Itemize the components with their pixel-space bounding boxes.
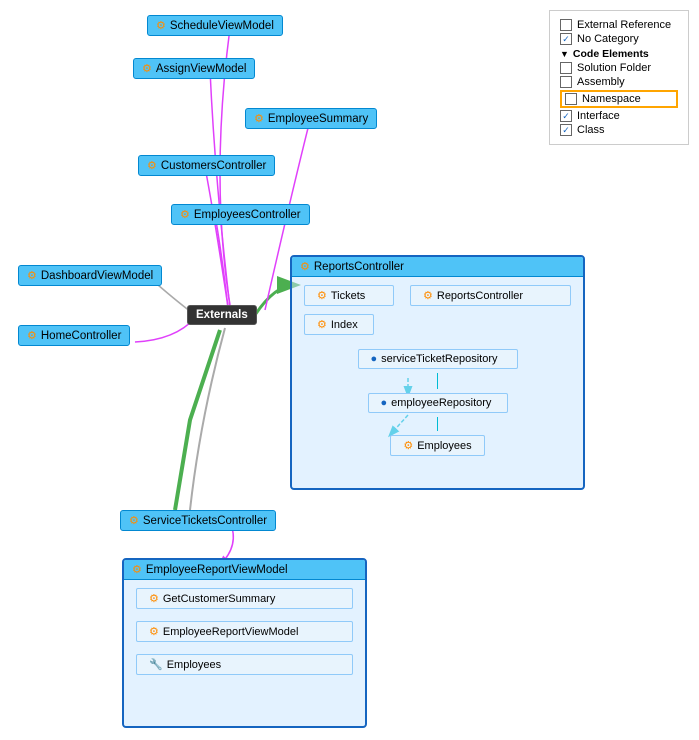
employees-item-reports[interactable]: ⚙ Employees — [390, 435, 484, 456]
employees-item-ervm[interactable]: 🔧 Employees — [136, 654, 353, 675]
legend-class: Class — [560, 124, 678, 136]
assign-view-model-icon: ⚙ — [142, 62, 152, 75]
legend-panel: External Reference No Category ▼ Code El… — [549, 10, 689, 145]
reports-controller-title: ⚙ ReportsController — [292, 257, 583, 277]
employee-summary-node[interactable]: ⚙ EmployeeSummary — [245, 108, 377, 129]
dashboard-view-model-label: DashboardViewModel — [41, 270, 153, 282]
home-controller-node[interactable]: ⚙ HomeController — [18, 325, 130, 346]
legend-solution-folder: Solution Folder — [560, 62, 678, 74]
service-tickets-controller-icon: ⚙ — [129, 514, 139, 527]
legend-assembly: Assembly — [560, 76, 678, 88]
customers-controller-label: CustomersController — [161, 160, 266, 172]
schedule-view-model-label: ScheduleViewModel — [170, 20, 274, 32]
chevron-down-icon: ▼ — [560, 49, 569, 59]
legend-interface: Interface — [560, 110, 678, 122]
service-tickets-controller-node[interactable]: ⚙ ServiceTicketsController — [120, 510, 276, 531]
schedule-view-model-node[interactable]: ⚙ ScheduleViewModel — [147, 15, 283, 36]
legend-code-elements-header: ▼ Code Elements — [560, 48, 678, 60]
reports-controller-container[interactable]: ⚙ ReportsController ⚙ Tickets ⚙ ReportsC… — [290, 255, 585, 490]
employee-repo-item[interactable]: ● employeeRepository — [368, 393, 508, 413]
externals-label: Externals — [196, 309, 248, 321]
dashboard-view-model-node[interactable]: ⚙ DashboardViewModel — [18, 265, 162, 286]
externals-node[interactable]: Externals — [187, 305, 257, 325]
customers-controller-node[interactable]: ⚙ CustomersController — [138, 155, 275, 176]
employee-report-vm-title: ⚙ EmployeeReportViewModel — [124, 560, 365, 580]
service-ticket-repo-item[interactable]: ● serviceTicketRepository — [358, 349, 518, 369]
assign-view-model-label: AssignViewModel — [156, 63, 247, 75]
legend-namespace: Namespace — [560, 90, 678, 108]
customers-controller-icon: ⚙ — [147, 159, 157, 172]
dashboard-view-model-icon: ⚙ — [27, 269, 37, 282]
employees-controller-node[interactable]: ⚙ EmployeesController — [171, 204, 310, 225]
employee-report-vm-item[interactable]: ⚙ EmployeeReportViewModel — [136, 621, 353, 642]
employee-report-vm-container[interactable]: ⚙ EmployeeReportViewModel ⚙ GetCustomerS… — [122, 558, 367, 728]
legend-external-ref: External Reference — [560, 19, 678, 31]
assign-view-model-node[interactable]: ⚙ AssignViewModel — [133, 58, 255, 79]
index-item[interactable]: ⚙ Index — [304, 314, 374, 335]
employees-controller-label: EmployeesController — [194, 209, 301, 221]
employee-summary-label: EmployeeSummary — [268, 113, 368, 125]
home-controller-icon: ⚙ — [27, 329, 37, 342]
employees-controller-icon: ⚙ — [180, 208, 190, 221]
service-tickets-controller-label: ServiceTicketsController — [143, 515, 267, 527]
schedule-view-model-icon: ⚙ — [156, 19, 166, 32]
get-customer-summary-item[interactable]: ⚙ GetCustomerSummary — [136, 588, 353, 609]
employee-summary-icon: ⚙ — [254, 112, 264, 125]
diagram-container: ⚙ ScheduleViewModel ⚙ AssignViewModel ⚙ … — [0, 0, 699, 740]
reports-controller-item[interactable]: ⚙ ReportsController — [410, 285, 571, 306]
legend-no-category: No Category — [560, 33, 678, 45]
home-controller-label: HomeController — [41, 330, 122, 342]
tickets-item[interactable]: ⚙ Tickets — [304, 285, 394, 306]
